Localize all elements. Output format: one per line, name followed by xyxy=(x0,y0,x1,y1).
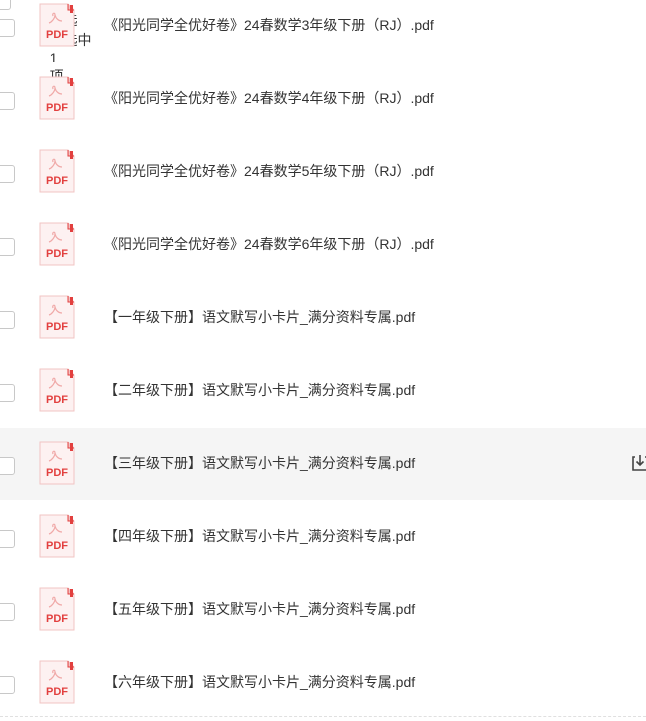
file-row[interactable]: PDF 《阳光同学全优好卷》24春数学5年级下册（RJ）.pdf xyxy=(0,136,646,209)
file-name[interactable]: 《阳光同学全优好卷》24春数学3年级下册（RJ）.pdf xyxy=(104,16,434,34)
file-row[interactable]: PDF 【六年级下册】语文默写小卡片_满分资料专属.pdf xyxy=(0,647,646,720)
pdf-file-icon[interactable]: PDF xyxy=(38,513,76,559)
file-checkbox[interactable] xyxy=(0,238,15,256)
pdf-icon-label: PDF xyxy=(46,467,68,479)
file-row[interactable]: PDF 【四年级下册】语文默写小卡片_满分资料专属.pdf xyxy=(0,501,646,574)
file-list: PDF 《阳光同学全优好卷》24春数学3年级下册（RJ）.pdf PDF 《阳光同学全… xyxy=(0,0,646,720)
file-row[interactable]: PDF 【二年级下册】语文默写小卡片_满分资料专属.pdf xyxy=(0,355,646,428)
file-name[interactable]: 《阳光同学全优好卷》24春数学5年级下册（RJ）.pdf xyxy=(104,162,434,180)
file-checkbox[interactable] xyxy=(0,311,15,329)
pdf-file-icon[interactable]: PDF xyxy=(38,367,76,413)
file-checkbox[interactable] xyxy=(0,384,15,402)
file-name[interactable]: 【一年级下册】语文默写小卡片_满分资料专属.pdf xyxy=(104,308,415,326)
file-row[interactable]: PDF 《阳光同学全优好卷》24春数学3年级下册（RJ）.pdf xyxy=(0,0,646,63)
file-checkbox[interactable] xyxy=(0,19,15,37)
pdf-icon-label: PDF xyxy=(46,175,68,187)
pdf-icon-label: PDF xyxy=(46,394,68,406)
pdf-file-icon[interactable]: PDF xyxy=(38,2,76,48)
pdf-icon-label: PDF xyxy=(46,102,68,114)
file-row[interactable]: PDF 《阳光同学全优好卷》24春数学6年级下册（RJ）.pdf xyxy=(0,209,646,282)
file-checkbox[interactable] xyxy=(0,165,15,183)
pdf-file-icon[interactable]: PDF xyxy=(38,586,76,632)
file-name[interactable]: 【四年级下册】语文默写小卡片_满分资料专属.pdf xyxy=(104,527,415,545)
pdf-icon-label: PDF xyxy=(46,686,68,698)
file-row[interactable]: PDF 【三年级下册】语文默写小卡片_满分资料专属.pdf xyxy=(0,428,646,501)
pdf-icon-label: PDF xyxy=(46,29,68,41)
file-row[interactable]: PDF 【五年级下册】语文默写小卡片_满分资料专属.pdf xyxy=(0,574,646,647)
file-name[interactable]: 《阳光同学全优好卷》24春数学6年级下册（RJ）.pdf xyxy=(104,235,434,253)
file-name[interactable]: 【三年级下册】语文默写小卡片_满分资料专属.pdf xyxy=(104,454,415,472)
file-checkbox[interactable] xyxy=(0,676,15,694)
pdf-file-icon[interactable]: PDF xyxy=(38,659,76,705)
pdf-icon-label: PDF xyxy=(46,248,68,260)
file-name[interactable]: 《阳光同学全优好卷》24春数学4年级下册（RJ）.pdf xyxy=(104,89,434,107)
pdf-file-icon[interactable]: PDF xyxy=(38,221,76,267)
file-checkbox[interactable] xyxy=(0,530,15,548)
pdf-file-icon[interactable]: PDF xyxy=(38,75,76,121)
pdf-icon-label: PDF xyxy=(46,613,68,625)
file-name[interactable]: 【二年级下册】语文默写小卡片_满分资料专属.pdf xyxy=(104,381,415,399)
file-checkbox[interactable] xyxy=(0,457,15,475)
pdf-icon-label: PDF xyxy=(46,540,68,552)
file-name[interactable]: 【五年级下册】语文默写小卡片_满分资料专属.pdf xyxy=(104,600,415,618)
pdf-file-icon[interactable]: PDF xyxy=(38,294,76,340)
download-icon[interactable] xyxy=(630,453,646,473)
file-row[interactable]: PDF 《阳光同学全优好卷》24春数学4年级下册（RJ）.pdf xyxy=(0,63,646,136)
file-checkbox[interactable] xyxy=(0,92,15,110)
pdf-icon-label: PDF xyxy=(46,321,68,333)
pdf-file-icon[interactable]: PDF xyxy=(38,440,76,486)
pdf-file-icon[interactable]: PDF xyxy=(38,148,76,194)
file-checkbox[interactable] xyxy=(0,603,15,621)
file-row[interactable]: PDF 【一年级下册】语文默写小卡片_满分资料专属.pdf xyxy=(0,282,646,355)
file-name[interactable]: 【六年级下册】语文默写小卡片_满分资料专属.pdf xyxy=(104,673,415,691)
list-divider xyxy=(0,716,646,717)
